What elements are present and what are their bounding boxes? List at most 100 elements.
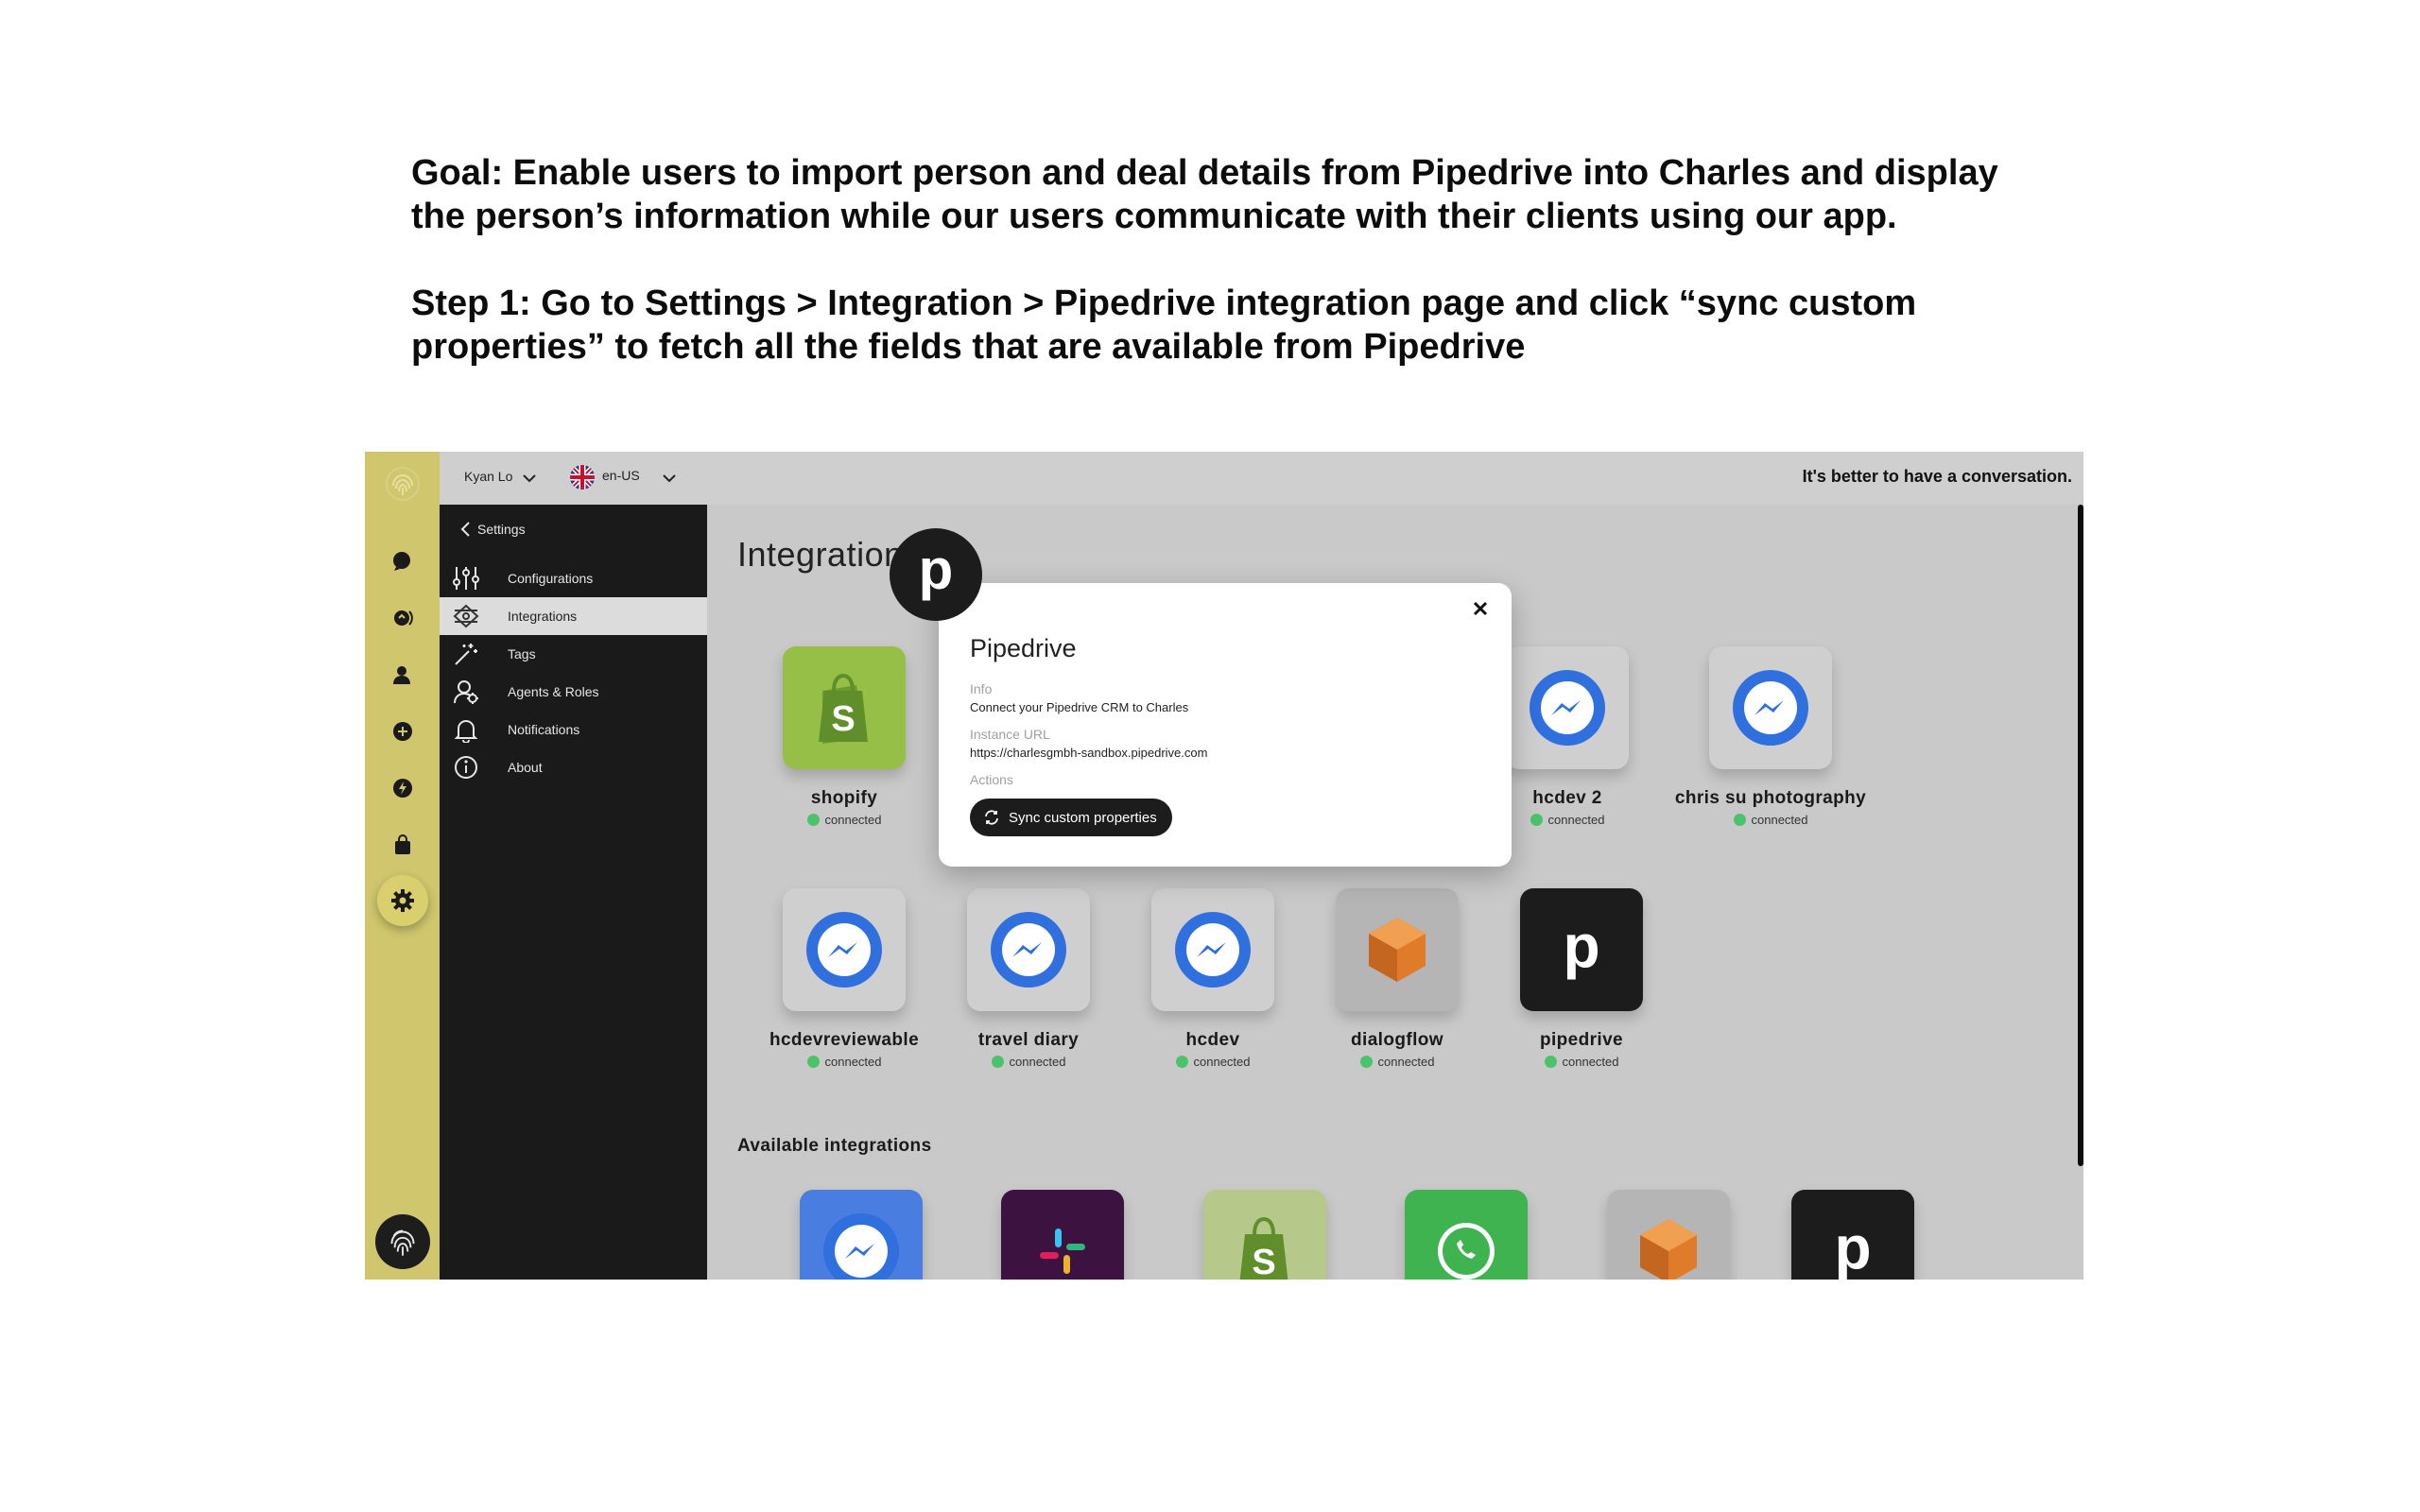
info-value: Connect your Pipedrive CRM to Charles	[970, 700, 1189, 714]
integration-name: pipedrive	[1539, 1030, 1624, 1050]
integrations-icon	[451, 601, 481, 631]
integration-name: hcdevreviewable	[769, 1030, 920, 1050]
status-badge: connected	[1109, 1055, 1317, 1069]
left-rail	[365, 452, 440, 1280]
available-whatsapp-tile[interactable]	[1405, 1190, 1528, 1280]
sidebar-item-about[interactable]: About	[440, 748, 707, 786]
close-icon[interactable]	[1466, 594, 1495, 623]
status-badge: connected	[925, 1055, 1132, 1069]
info-icon	[451, 752, 481, 782]
connected-dot	[1544, 1056, 1557, 1068]
pipedrive-icon: p	[1834, 1213, 1871, 1280]
sidebar-item-agents-roles[interactable]: Agents & Roles	[440, 673, 707, 711]
uk-flag-icon	[570, 465, 595, 490]
available-messenger-tile[interactable]	[800, 1190, 923, 1280]
sync-custom-properties-button[interactable]: Sync custom properties	[970, 799, 1172, 836]
back-label: Settings	[477, 522, 526, 537]
sidebar-item-label: Integrations	[508, 609, 578, 624]
sidebar-item-tags[interactable]: Tags	[440, 635, 707, 673]
integration-name: shopify	[810, 788, 878, 808]
connected-dot	[1175, 1056, 1188, 1068]
pipedrive-modal: Pipedrive Info Connect your Pipedrive CR…	[939, 583, 1512, 867]
travel-diary-tile[interactable]	[967, 888, 1090, 1011]
svg-text:p: p	[1563, 912, 1599, 980]
status-badge: connected	[1293, 1055, 1501, 1069]
instance-url-label: Instance URL	[970, 727, 1050, 742]
modal-title: Pipedrive	[970, 634, 1077, 662]
connected-dot	[1359, 1056, 1373, 1068]
add-chat-icon[interactable]	[388, 716, 418, 747]
fingerprint-logo-icon[interactable]	[384, 465, 422, 503]
connected-dot	[1733, 814, 1746, 826]
connected-dot	[991, 1056, 1004, 1068]
available-dialogflow-tile[interactable]	[1607, 1190, 1730, 1280]
user-name[interactable]: Kyan Lo	[464, 469, 512, 484]
sliders-icon	[451, 563, 481, 593]
svg-text:p: p	[1834, 1213, 1871, 1280]
slack-icon	[1040, 1228, 1085, 1274]
connected-dot	[1530, 814, 1543, 826]
agents-icon	[451, 677, 481, 707]
status-badge: connected	[1667, 813, 1875, 827]
status-badge: connected	[740, 1055, 948, 1069]
integration-name: chris su photography	[1674, 788, 1867, 808]
available-shopify-tile[interactable]: S	[1203, 1190, 1326, 1280]
info-label: Info	[970, 681, 993, 696]
pipedrive-icon: p	[1563, 912, 1599, 980]
svg-text:p: p	[919, 541, 954, 601]
svg-text:S: S	[831, 699, 855, 739]
integration-name: hcdev	[1185, 1030, 1240, 1050]
chevron-down-icon[interactable]	[521, 470, 538, 487]
scrollbar[interactable]	[2078, 505, 2083, 1166]
sidebar-item-label: Notifications	[508, 722, 580, 737]
shopify-icon: S	[819, 673, 868, 744]
chevron-down-icon[interactable]	[661, 470, 678, 487]
connected-dot	[806, 1056, 820, 1068]
lightning-icon[interactable]	[388, 773, 418, 803]
broadcast-icon[interactable]	[388, 603, 418, 633]
dialogflow-icon	[1369, 918, 1426, 982]
sidebar-item-integrations[interactable]: Integrations	[440, 597, 707, 635]
avatar[interactable]	[375, 1214, 430, 1269]
sync-button-label: Sync custom properties	[1009, 809, 1157, 826]
goal-heading: Goal: Enable users to import person and …	[411, 153, 1998, 236]
pipedrive-tile[interactable]: p	[1520, 888, 1643, 1011]
messenger-icon	[991, 912, 1066, 988]
step-heading: Step 1: Go to Settings > Integration > P…	[411, 284, 1917, 367]
magic-wand-icon	[451, 639, 481, 669]
shopify-tile[interactable]: S	[783, 646, 906, 769]
sidebar-item-label: Tags	[508, 646, 536, 662]
available-integrations-title: Available integrations	[737, 1136, 932, 1156]
chris-su-photography-tile[interactable]	[1709, 646, 1832, 769]
sidebar-item-label: About	[508, 760, 543, 775]
available-slack-tile[interactable]	[1001, 1190, 1124, 1280]
pipedrive-badge: p	[890, 528, 982, 621]
messenger-icon	[1175, 912, 1251, 988]
shopping-bag-icon[interactable]	[388, 830, 418, 860]
settings-sidebar: Settings Configurations Integrations Tag…	[440, 505, 707, 1280]
chevron-left-icon	[460, 522, 470, 537]
chat-icon[interactable]	[388, 546, 418, 576]
available-pipedrive-tile[interactable]: p	[1791, 1190, 1914, 1280]
pipedrive-icon: p	[919, 541, 954, 601]
svg-text:S: S	[1252, 1243, 1275, 1280]
gear-icon[interactable]	[388, 885, 418, 916]
locale-selector[interactable]: en-US	[602, 468, 640, 483]
status-badge: connected	[740, 813, 948, 827]
contacts-icon[interactable]	[388, 660, 418, 690]
sidebar-item-notifications[interactable]: Notifications	[440, 711, 707, 748]
hcdev-2-tile[interactable]	[1506, 646, 1629, 769]
whatsapp-icon	[1438, 1223, 1495, 1280]
hcdev-tile[interactable]	[1151, 888, 1274, 1011]
dialogflow-tile[interactable]	[1336, 888, 1459, 1011]
back-to-settings[interactable]: Settings	[458, 520, 526, 539]
messenger-icon	[1733, 670, 1808, 746]
sidebar-item-label: Configurations	[508, 571, 594, 586]
hcdevreviewable-tile[interactable]	[783, 888, 906, 1011]
dialogflow-icon	[1640, 1219, 1697, 1280]
connected-dot	[806, 814, 820, 826]
slogan: It's better to have a conversation.	[1802, 467, 2072, 486]
sidebar-item-configurations[interactable]: Configurations	[440, 559, 707, 597]
bell-icon	[451, 714, 481, 745]
shopify-icon: S	[1239, 1216, 1288, 1280]
